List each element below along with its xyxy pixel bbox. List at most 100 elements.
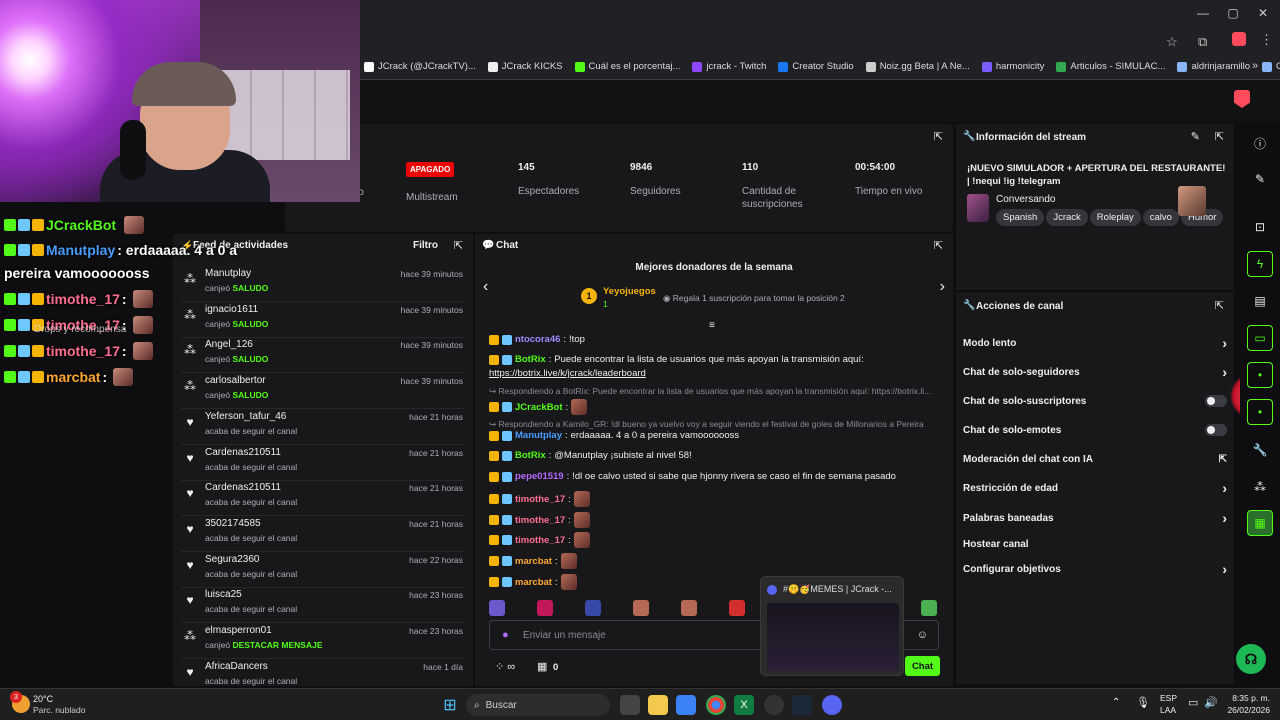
chat-message[interactable]: https://botrix.live/k/jcrack/leaderboard — [489, 368, 646, 379]
store-icon[interactable]: ▦ — [537, 660, 547, 673]
feed-item[interactable]: ⁂ ignacio1611 canjeó SALUDO hace 39 minutos — [181, 302, 465, 338]
chat-message[interactable]: marcbat: — [489, 574, 577, 590]
close-window-icon[interactable]: ✕ — [1246, 6, 1280, 20]
bookmark-item[interactable]: JCrack KICKS — [482, 61, 569, 72]
app-icon[interactable]: ▦ — [1247, 510, 1273, 536]
kick-extension-icon[interactable] — [1232, 32, 1246, 46]
edit-icon[interactable]: ✎ — [1191, 130, 1200, 143]
action-row[interactable]: Moderación del chat con IA ⇱ — [963, 450, 1227, 468]
popout-icon[interactable]: ⇱ — [934, 239, 943, 252]
filter-button[interactable]: Filtro — [413, 240, 438, 251]
top-donor-name[interactable]: Yeyojuegos — [603, 286, 656, 297]
wrench-icon[interactable]: 🔧 — [1247, 437, 1273, 463]
chat-username[interactable]: marcbat — [515, 577, 552, 588]
feed-username[interactable]: Angel_126 — [205, 339, 253, 350]
language-indicator[interactable]: ESP — [1160, 693, 1177, 703]
chat-bubble-icon[interactable]: ▭ — [1247, 325, 1273, 351]
tag-chip[interactable]: Spanish — [996, 209, 1045, 226]
chat-username[interactable]: ntocora46 — [515, 334, 560, 345]
document-icon[interactable]: ▤ — [1247, 288, 1273, 314]
feed-username[interactable]: Cardenas210511 — [205, 447, 281, 458]
popout-icon[interactable]: ⇱ — [1215, 299, 1224, 312]
rail-green-button[interactable]: • — [1247, 362, 1273, 388]
feed-username[interactable]: ignacio1611 — [205, 304, 258, 315]
chat-username[interactable]: timothe_17 — [515, 535, 565, 546]
chat-message[interactable]: JCrackBot: — [489, 399, 588, 415]
chevron-right-icon[interactable]: › — [1222, 364, 1227, 380]
chat-username[interactable]: pepe01519 — [515, 471, 564, 482]
popout-icon[interactable]: ⇱ — [454, 239, 463, 252]
bookmark-item[interactable]: jcrack - Twitch — [686, 61, 772, 72]
feed-item[interactable]: ♥ Cardenas210511 acaba de seguir el canal h… — [181, 445, 465, 481]
feed-item[interactable]: ♥ luisca25 acaba de seguir el canal hace 23… — [181, 587, 465, 624]
feed-item[interactable]: ♥ Yeferson_tafur_46 acaba de seguir el can… — [181, 409, 465, 445]
taskbar-search[interactable]: ⌕ Buscar — [466, 694, 610, 716]
browser-menu-icon[interactable]: ⋮ — [1260, 32, 1273, 48]
settings-dots-icon[interactable]: ⁘ ∞ — [495, 660, 515, 673]
activity-icon[interactable]: ⁂ — [1247, 474, 1273, 500]
feed-username[interactable]: AfricaDancers — [205, 661, 268, 672]
multistream-stat[interactable]: APAGADO Multistream — [406, 162, 458, 204]
action-row[interactable]: Chat de solo-suscriptores — [963, 392, 1227, 410]
bookmarks-overflow-icon[interactable]: » — [1252, 60, 1258, 72]
chat-message[interactable]: BotRix: @Manutplay ¡subiste al nivel 58! — [489, 450, 692, 461]
emote-quick-icon[interactable] — [633, 600, 649, 616]
emote-quick-icon[interactable] — [537, 600, 553, 616]
region-indicator[interactable]: LAA — [1160, 705, 1176, 715]
feed-item[interactable]: ♥ AfricaDancers acaba de seguir el canal ha… — [181, 659, 465, 686]
action-row[interactable]: Hostear canal — [963, 535, 1227, 553]
chat-username[interactable]: JCrackBot — [515, 402, 563, 413]
feed-username[interactable]: luisca25 — [205, 589, 242, 600]
feed-username[interactable]: Segura2360 — [205, 554, 260, 565]
chat-username[interactable]: timothe_17 — [515, 515, 565, 526]
feed-username[interactable]: 3502174585 — [205, 518, 261, 529]
bookmark-item[interactable]: JCrack (@JCrackTV)... — [358, 61, 482, 72]
emote-quick-icon[interactable] — [681, 600, 697, 616]
bookmark-item[interactable]: Cuál es el porcentaj... — [569, 61, 687, 72]
mail-icon[interactable] — [676, 695, 696, 715]
reply-context[interactable]: ↪ Respondiendo a Kamilo_GR: !dl bueno ya… — [489, 419, 924, 430]
chevron-right-icon[interactable]: › — [1222, 480, 1227, 496]
taskbar-window-preview[interactable]: #🤫🥳MEMES | JCrack -... — [760, 576, 904, 676]
maximize-icon[interactable]: ▢ — [1216, 6, 1250, 20]
emote-quick-icon[interactable] — [489, 600, 505, 616]
task-view-icon[interactable] — [620, 695, 640, 715]
support-headset-icon[interactable]: ☊ — [1236, 644, 1266, 674]
info-icon[interactable]: ⓘ — [1247, 130, 1273, 156]
feed-username[interactable]: elmasperron01 — [205, 625, 272, 636]
network-icon[interactable]: ▭ — [1188, 696, 1198, 709]
bookmark-item[interactable]: harmonicity — [976, 61, 1051, 72]
action-row[interactable]: Restricción de edad › — [963, 479, 1227, 497]
obs-icon[interactable] — [764, 695, 784, 715]
feed-username[interactable]: carlosalbertor — [205, 375, 266, 386]
bookmark-star-icon[interactable]: ☆ — [1166, 34, 1178, 50]
chat-username[interactable]: marcbat — [515, 556, 552, 567]
bookmark-item[interactable]: Colección de M_blei... — [1256, 61, 1280, 72]
bookmark-item[interactable]: Noiz.gg Beta | A Ne... — [860, 61, 976, 72]
popout-icon[interactable]: ⇱ — [934, 130, 943, 143]
feed-item[interactable]: ⁂ Manutplay canjeó SALUDO hace 39 minutos — [181, 266, 465, 302]
microphone-icon[interactable]: ● — [502, 629, 509, 641]
chat-message[interactable]: pepe01519: !dl oe calvo usted si sabe que… — [489, 471, 896, 482]
bookmark-item[interactable]: Creator Studio — [772, 61, 859, 72]
bookmark-item[interactable]: Articulos - SIMULAC... — [1050, 61, 1171, 72]
pencil-icon[interactable]: ✎ — [1247, 166, 1273, 192]
chat-username[interactable]: timothe_17 — [515, 494, 565, 505]
chat-username[interactable]: BotRix — [515, 354, 546, 365]
chevron-right-icon[interactable]: › — [1222, 510, 1227, 526]
action-row[interactable]: Modo lento › — [963, 334, 1227, 352]
discord-icon[interactable] — [822, 695, 842, 715]
chevron-right-icon[interactable]: › — [1222, 335, 1227, 351]
chevron-right-icon[interactable]: › — [940, 278, 945, 296]
bookmark-item[interactable]: aldrinjaramillo — [1171, 61, 1256, 72]
tag-chip[interactable]: calvo — [1142, 209, 1179, 226]
feed-item[interactable]: ⁂ carlosalbertor canjeó SALUDO hace 39 minu… — [181, 373, 465, 410]
tag-chip[interactable]: Roleplay — [1089, 209, 1141, 226]
excel-icon[interactable]: X — [734, 695, 754, 715]
toggle-switch[interactable] — [1205, 395, 1227, 407]
emote-quick-icon[interactable] — [585, 600, 601, 616]
capture-icon[interactable]: ⊡ — [1247, 214, 1273, 240]
clock-date[interactable]: 26/02/2026 — [1222, 705, 1270, 715]
chat-message[interactable]: Manutplay: erdaaaaa. 4 a 0 a pereira vamo… — [489, 430, 739, 441]
action-row[interactable]: Configurar objetivos › — [963, 560, 1227, 578]
